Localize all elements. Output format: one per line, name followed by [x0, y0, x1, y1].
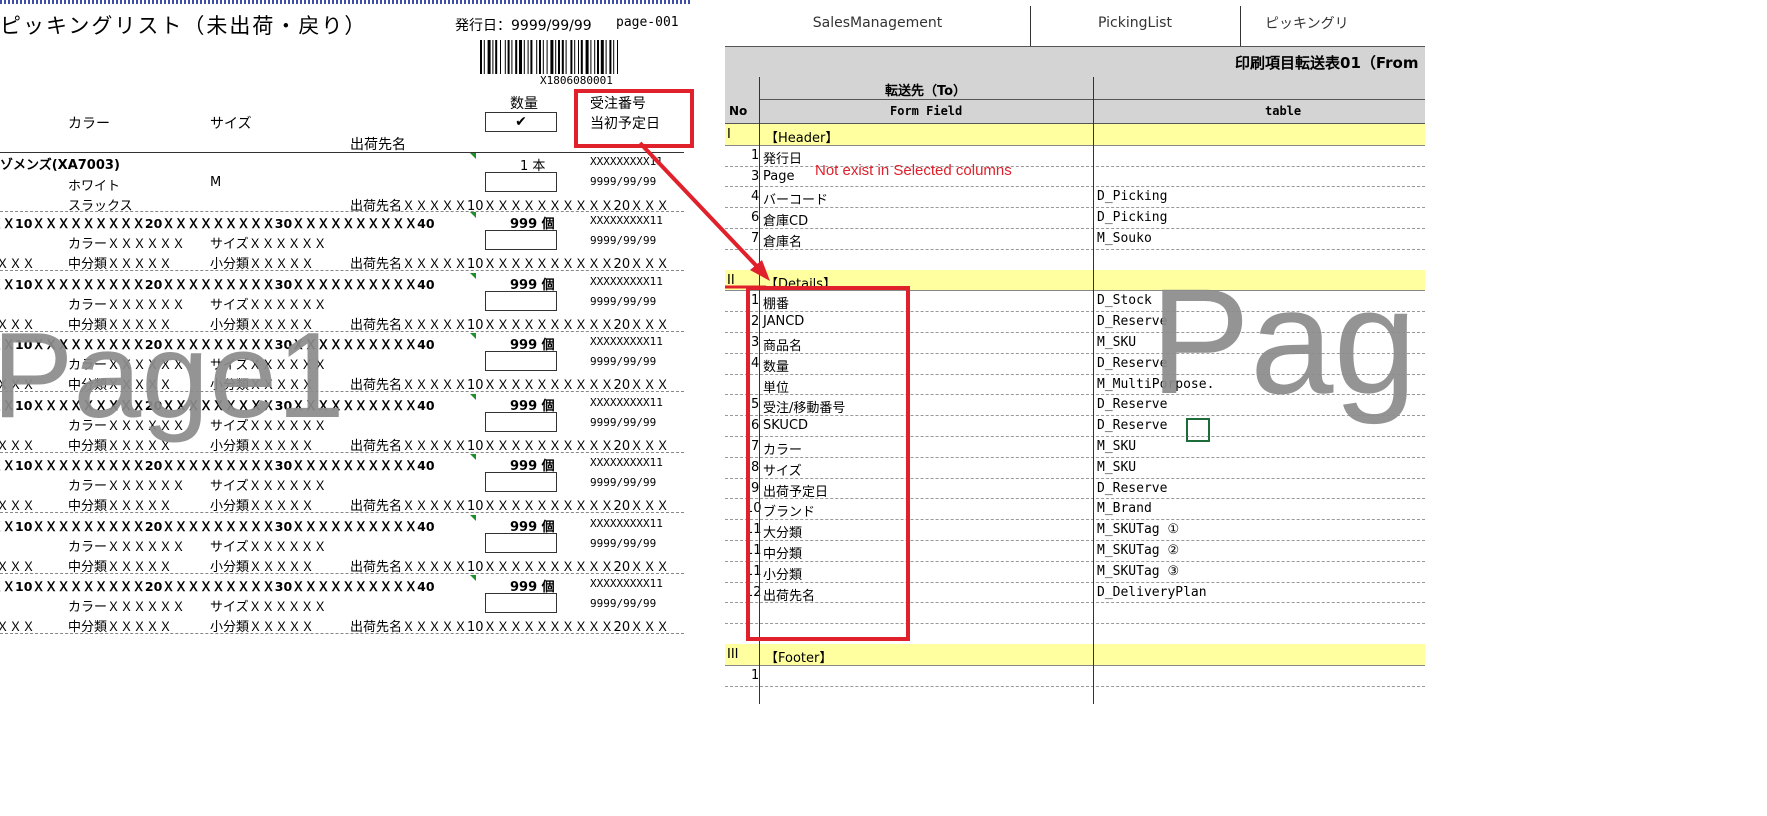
arrow-shaft — [638, 141, 768, 278]
annotation-arrow — [638, 141, 770, 289]
